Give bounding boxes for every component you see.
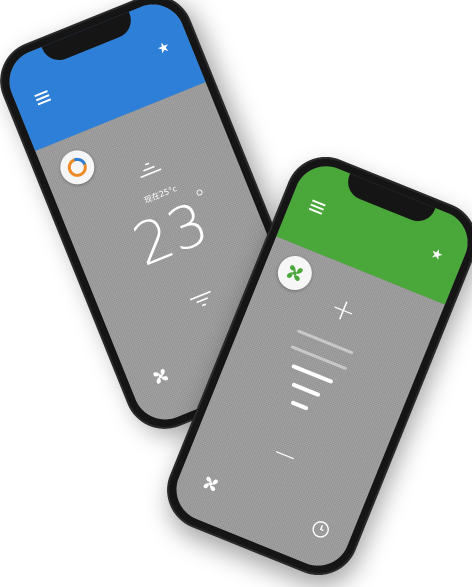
temp-up-icon[interactable] bbox=[134, 157, 164, 183]
ac-mode-ring-icon bbox=[67, 157, 87, 177]
fan-icon[interactable] bbox=[148, 363, 175, 392]
fan-icon[interactable] bbox=[197, 471, 224, 500]
temperature-display: 23° bbox=[107, 178, 244, 286]
speed-level-bar bbox=[291, 363, 334, 385]
speed-level-bar bbox=[290, 400, 309, 411]
temp-down-icon[interactable] bbox=[188, 289, 218, 315]
speed-level-bar bbox=[291, 382, 321, 398]
speed-up-button[interactable]: + bbox=[318, 287, 368, 334]
fan-mode-icon bbox=[286, 265, 303, 282]
ac-mode-button[interactable] bbox=[55, 145, 100, 190]
fan-mode-button[interactable] bbox=[272, 250, 317, 296]
clock-icon[interactable] bbox=[308, 518, 333, 544]
speed-level-bars bbox=[252, 326, 373, 452]
